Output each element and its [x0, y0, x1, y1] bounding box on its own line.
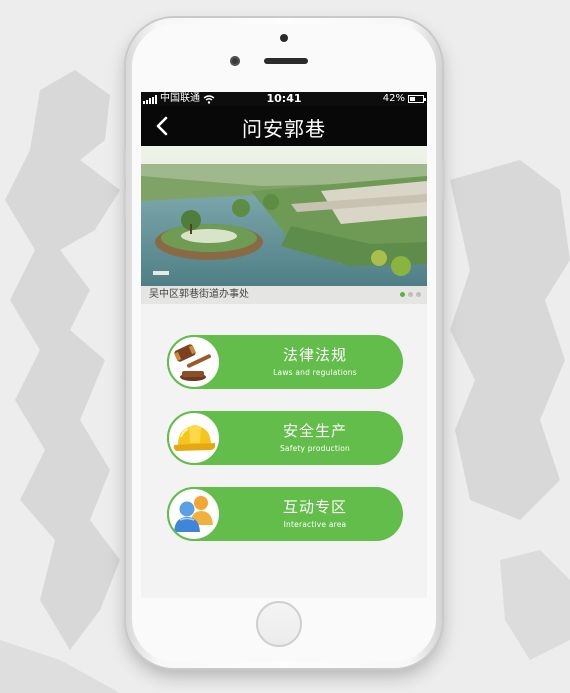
power-button[interactable]: [442, 160, 445, 200]
banner-caption: 吴中区郭巷街道办事处: [149, 289, 249, 300]
carousel-dot[interactable]: [416, 292, 421, 297]
carousel-dot[interactable]: [408, 292, 413, 297]
menu-sublabel: Interactive area: [283, 520, 347, 529]
banner-image: [141, 146, 427, 304]
carousel-dot[interactable]: [400, 292, 405, 297]
battery-icon: [408, 95, 426, 103]
front-camera: [230, 56, 240, 66]
banner-carousel[interactable]: 吴中区郭巷街道办事处: [141, 146, 427, 304]
menu-label: 安全生产: [282, 422, 347, 440]
banner-caption-bar: 吴中区郭巷街道办事处: [141, 286, 427, 304]
carousel-dots: [400, 292, 421, 297]
page-title: 问安郭巷: [242, 117, 326, 141]
safety-production-button[interactable]: 安全生产 Safety production: [167, 411, 403, 465]
app-screen: 中国联通 10:41 42% 问安郭巷 吴中区郭巷街道办事处 法律法规 Laws…: [141, 92, 427, 598]
menu-label: 互动专区: [282, 498, 347, 516]
volume-up-button[interactable]: [123, 150, 126, 178]
battery-percent: 42%: [382, 93, 405, 104]
navigation-bar: 问安郭巷: [141, 106, 427, 146]
volume-down-button[interactable]: [123, 190, 126, 218]
hard-hat-icon: [167, 411, 221, 465]
earpiece-speaker: [264, 58, 308, 64]
laws-regulations-button[interactable]: 法律法规 Laws and regulations: [167, 335, 403, 389]
menu-label: 法律法规: [282, 346, 347, 364]
status-bar: 中国联通 10:41 42%: [141, 92, 427, 106]
menu-sublabel: Safety production: [279, 444, 351, 453]
interactive-area-button[interactable]: 互动专区 Interactive area: [167, 487, 403, 541]
users-icon: [167, 487, 221, 541]
menu-sublabel: Laws and regulations: [273, 368, 357, 377]
home-button[interactable]: [256, 601, 302, 647]
gavel-icon: [167, 335, 221, 389]
camera-dot: [280, 34, 288, 42]
